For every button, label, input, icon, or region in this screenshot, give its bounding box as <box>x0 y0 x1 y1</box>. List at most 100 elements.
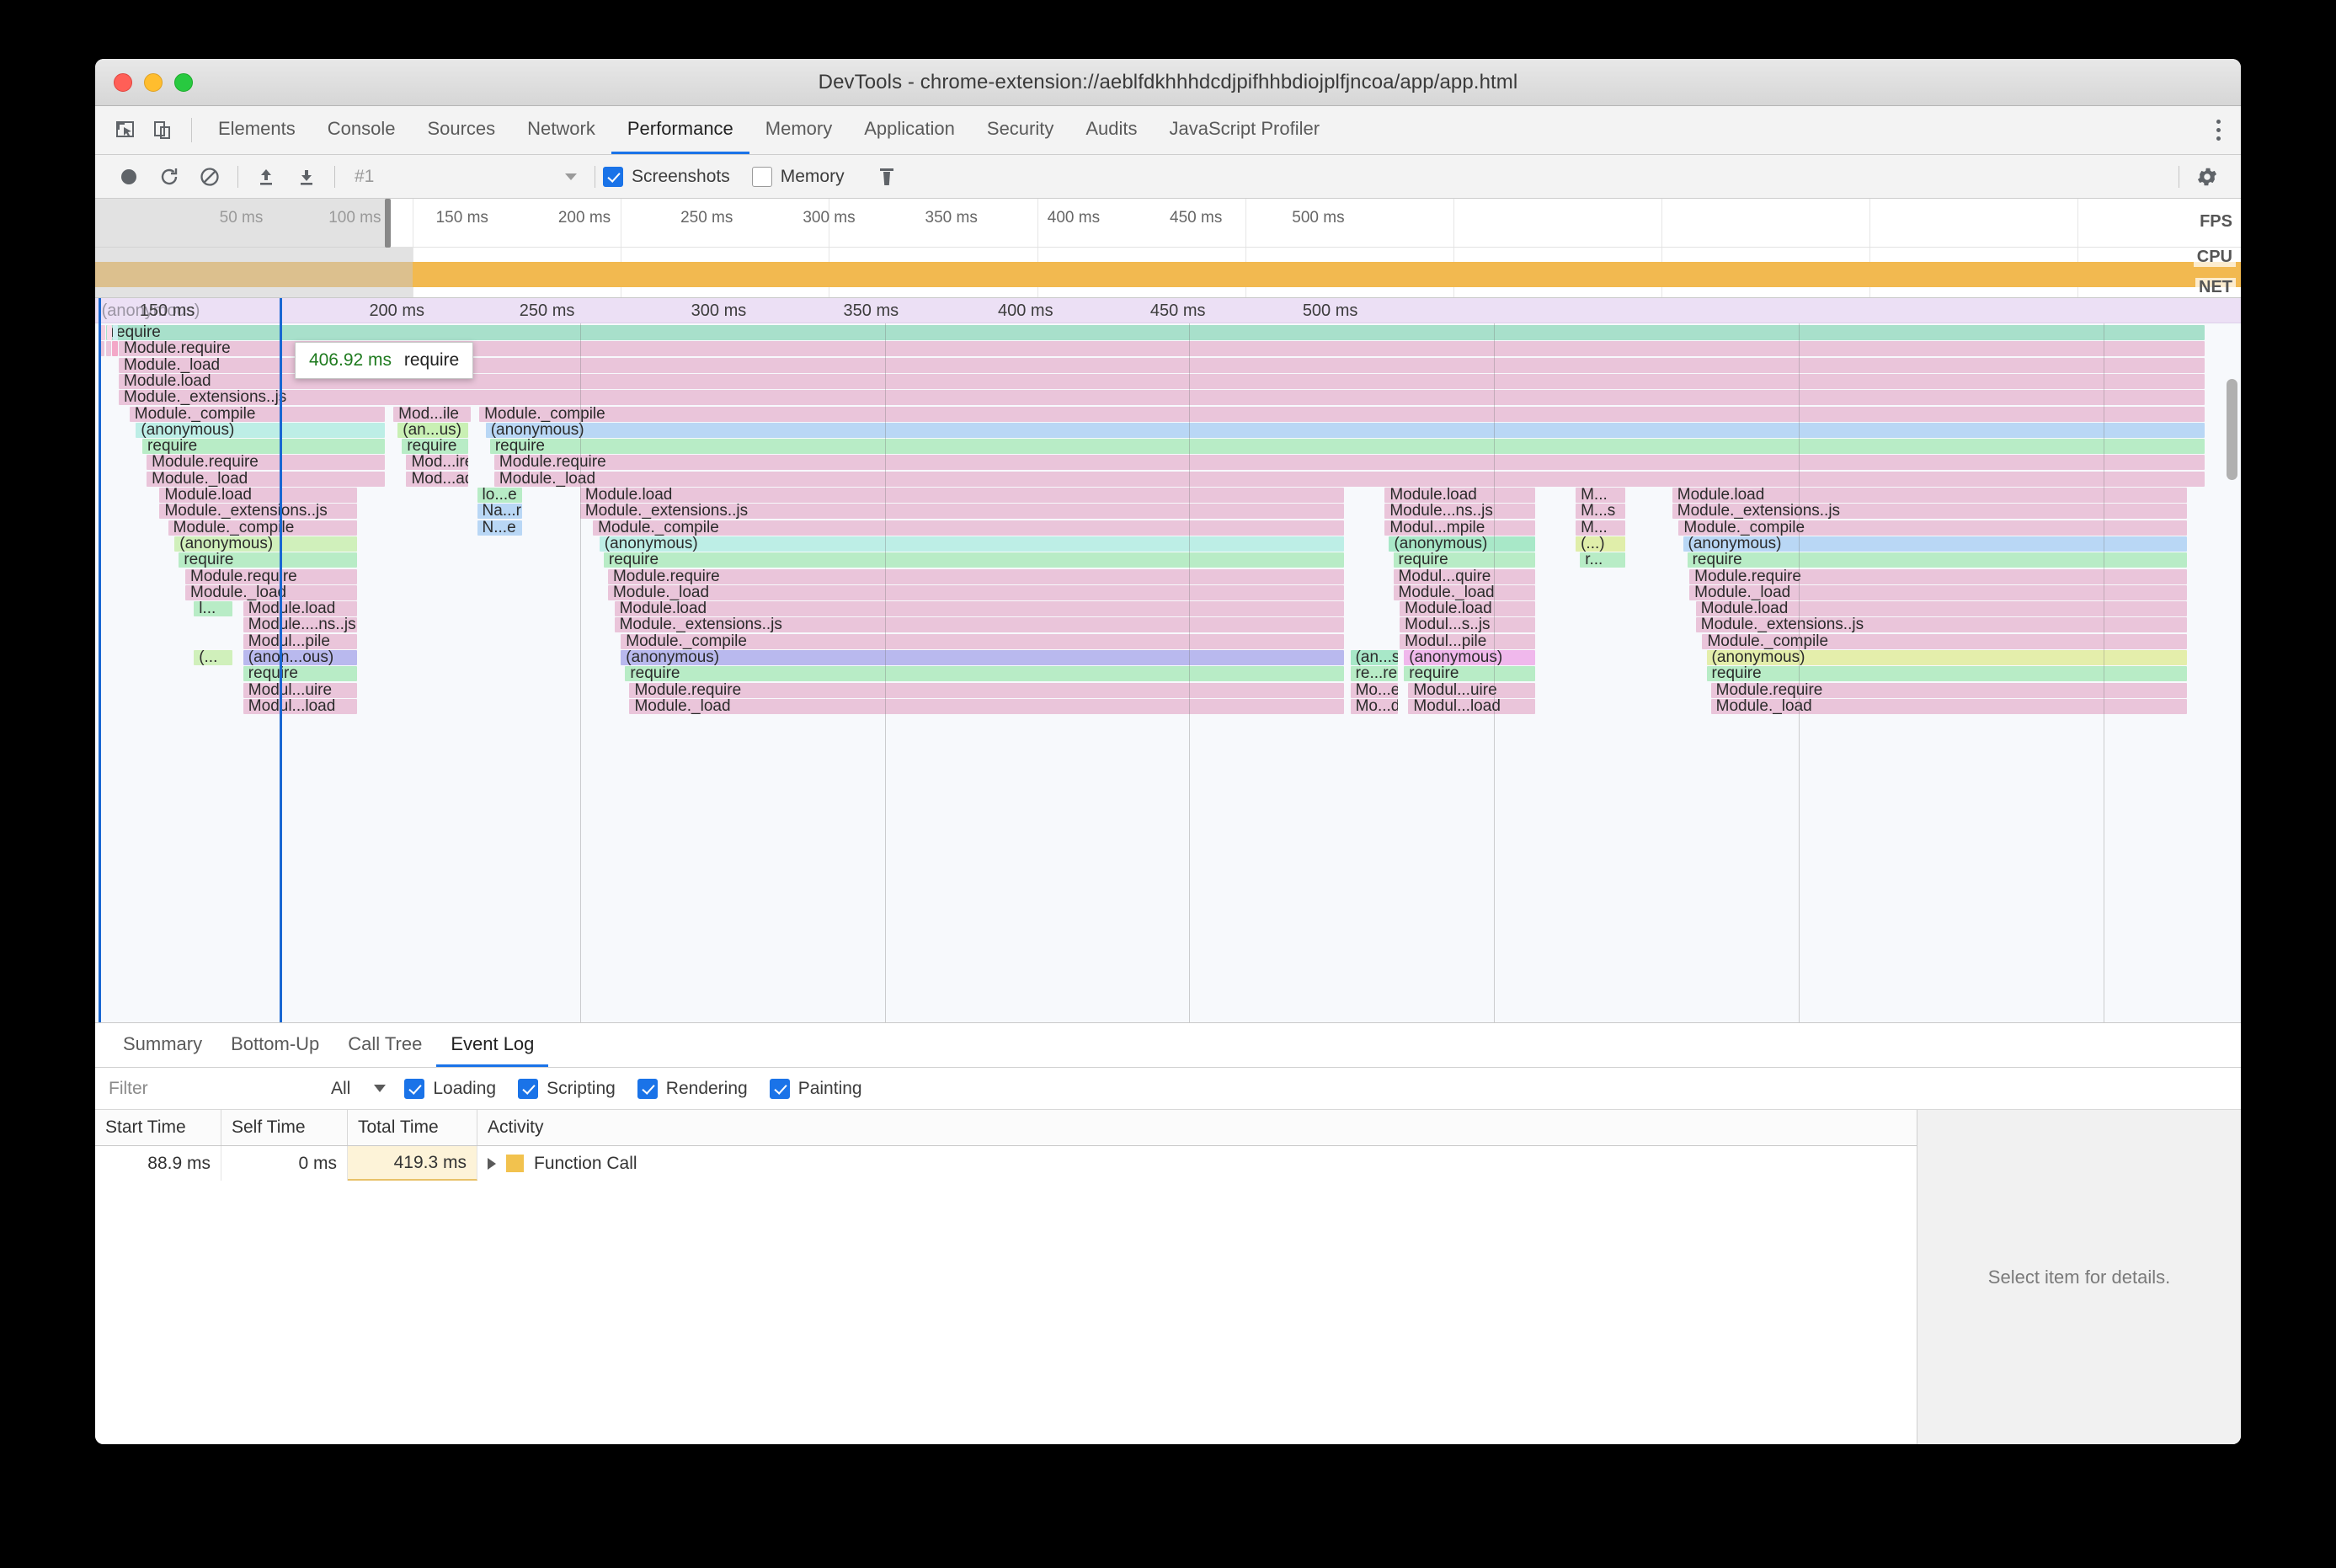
tab-memory[interactable]: Memory <box>749 106 848 154</box>
record-icon[interactable] <box>109 160 149 194</box>
flame-vertical-scrollbar[interactable] <box>2227 379 2237 480</box>
tab-performance[interactable]: Performance <box>611 106 749 154</box>
flame-bar[interactable]: Module._extensions..js <box>159 504 357 520</box>
flame-bar[interactable]: Mod...ile <box>393 406 471 422</box>
flame-bar[interactable]: Module._load <box>629 698 1344 714</box>
rendering-checkbox[interactable]: Rendering <box>637 1078 748 1099</box>
flame-bar[interactable]: Module._extensions..js <box>1672 504 2188 520</box>
tab-event-log[interactable]: Event Log <box>436 1023 549 1067</box>
flame-bar[interactable]: Na...r <box>477 504 523 520</box>
flame-bar[interactable]: require <box>1393 552 1535 568</box>
flame-bar[interactable]: Modul...uire <box>243 682 357 698</box>
flame-bar[interactable]: Module.load <box>1695 601 2188 617</box>
flame-bar[interactable]: Modul...uire <box>1408 682 1535 698</box>
save-profile-icon[interactable] <box>286 160 327 194</box>
category-select-value[interactable]: All <box>331 1079 350 1099</box>
tab-application[interactable]: Application <box>848 106 971 154</box>
flame-bar[interactable]: Module.load <box>579 488 1344 503</box>
flame-bar[interactable]: (anonymous) <box>1389 536 1535 552</box>
tab-call-tree[interactable]: Call Tree <box>333 1023 436 1067</box>
flame-bar[interactable]: (anon...ous) <box>243 650 357 665</box>
flame-bar[interactable]: Module.load <box>614 601 1344 617</box>
more-options-icon[interactable] <box>2195 120 2241 141</box>
tab-sources[interactable]: Sources <box>411 106 511 154</box>
flame-bar[interactable]: Module.require <box>185 568 357 584</box>
table-row[interactable]: 88.9 ms 0 ms 419.3 ms Function Call <box>95 1146 1917 1181</box>
memory-checkbox[interactable]: Memory <box>751 166 845 187</box>
flame-bar[interactable]: Mod...ad <box>406 471 469 487</box>
flame-bar[interactable]: (an...us) <box>397 422 469 438</box>
filter-input[interactable] <box>109 1074 316 1103</box>
flame-bar[interactable]: Modul...pile <box>1400 633 1535 649</box>
tab-network[interactable]: Network <box>511 106 611 154</box>
flame-bar[interactable]: require <box>625 666 1344 682</box>
flame-bar[interactable]: Mod...ire <box>406 455 469 471</box>
flame-bar[interactable]: require <box>142 439 385 455</box>
flame-bar[interactable]: N...e <box>477 520 523 536</box>
column-self-time[interactable]: Self Time <box>221 1110 348 1145</box>
flame-bar[interactable]: Module.require <box>493 455 2205 471</box>
flame-bar[interactable]: r... <box>1580 552 1625 568</box>
flame-bar[interactable]: require <box>105 325 2205 340</box>
flame-bar[interactable]: Module._extensions..js <box>119 390 2205 406</box>
flame-bar[interactable]: (anonymous) <box>136 422 385 438</box>
flame-bar[interactable]: Module....ns..js <box>243 617 357 633</box>
timeline-overview[interactable]: 50 ms 100 ms 150 ms 200 ms 250 ms 300 ms… <box>95 199 2241 298</box>
flame-bar[interactable]: Module._compile <box>621 633 1344 649</box>
flame-bar[interactable]: require <box>489 439 2205 455</box>
flame-bar[interactable]: (anonymous) <box>1683 536 2188 552</box>
flame-bar[interactable]: Module._compile <box>168 520 357 536</box>
flame-bar[interactable]: require <box>402 439 469 455</box>
flame-bar[interactable]: Mo...e <box>1350 682 1398 698</box>
flame-bar[interactable]: Module._load <box>1393 584 1535 600</box>
flame-bar[interactable]: Module.load <box>243 601 357 617</box>
flame-bar[interactable]: Module...ns..js <box>1384 504 1535 520</box>
flame-bar[interactable]: Module._load <box>493 471 2205 487</box>
scripting-checkbox[interactable]: Scripting <box>518 1078 616 1099</box>
flame-bar[interactable]: Module._compile <box>593 520 1344 536</box>
flame-bar[interactable]: Module._load <box>1689 584 2188 600</box>
tab-audits[interactable]: Audits <box>1069 106 1153 154</box>
flame-bar[interactable]: (anonymous) <box>621 650 1344 665</box>
gear-icon[interactable] <box>2187 160 2227 194</box>
flame-bar[interactable]: Mo...d <box>1350 698 1398 714</box>
flame-bar[interactable]: (anonymous) <box>599 536 1344 552</box>
flame-chart[interactable]: (anonymous) 150 ms 200 ms 250 ms 300 ms … <box>95 298 2241 1023</box>
flame-bar[interactable]: (...) <box>1576 536 1625 552</box>
screenshots-checkbox[interactable]: Screenshots <box>603 166 730 187</box>
flame-bar[interactable]: Modul...s..js <box>1400 617 1535 633</box>
flame-bar-sliver[interactable] <box>112 341 118 357</box>
flame-bar[interactable]: re...re <box>1350 666 1398 682</box>
painting-checkbox[interactable]: Painting <box>769 1078 862 1099</box>
flame-bar[interactable]: Module._extensions..js <box>579 504 1344 520</box>
column-activity[interactable]: Activity <box>477 1110 1917 1145</box>
flame-bar[interactable]: (anonymous) <box>485 422 2205 438</box>
flame-bar[interactable]: Module.require <box>607 568 1344 584</box>
clear-icon[interactable] <box>189 160 230 194</box>
column-total-time[interactable]: Total Time <box>348 1110 477 1145</box>
flame-bar[interactable]: (anonymous) <box>1706 650 2188 665</box>
chevron-down-icon[interactable] <box>374 1085 387 1092</box>
flame-bar[interactable]: Modul...pile <box>243 633 357 649</box>
flame-bar[interactable]: require <box>179 552 357 568</box>
loading-checkbox[interactable]: Loading <box>404 1078 496 1099</box>
expand-triangle-icon[interactable] <box>488 1157 496 1170</box>
flame-bar[interactable]: Module._load <box>607 584 1344 600</box>
flame-bar[interactable]: Module._extensions..js <box>1695 617 2188 633</box>
flame-bar[interactable]: Module.require <box>147 455 385 471</box>
flame-bar[interactable]: M...s <box>1576 504 1625 520</box>
inspect-element-icon[interactable] <box>107 106 144 154</box>
flame-bar[interactable]: require <box>1687 552 2188 568</box>
flame-bar-sliver[interactable] <box>112 325 118 340</box>
flame-bar[interactable]: Module._load <box>1710 698 2188 714</box>
flame-bar[interactable]: Modul...mpile <box>1384 520 1535 536</box>
flame-bar-sliver[interactable] <box>107 325 112 340</box>
flame-bar[interactable]: Module.require <box>1710 682 2188 698</box>
tab-summary[interactable]: Summary <box>109 1023 216 1067</box>
flame-bar[interactable]: require <box>1404 666 1535 682</box>
flame-bar[interactable]: Module.require <box>629 682 1344 698</box>
flame-bar[interactable]: Modul...quire <box>1393 568 1535 584</box>
flame-bar[interactable]: Module.load <box>1672 488 2188 503</box>
flame-bar[interactable]: require <box>1706 666 2188 682</box>
reload-record-icon[interactable] <box>149 160 189 194</box>
